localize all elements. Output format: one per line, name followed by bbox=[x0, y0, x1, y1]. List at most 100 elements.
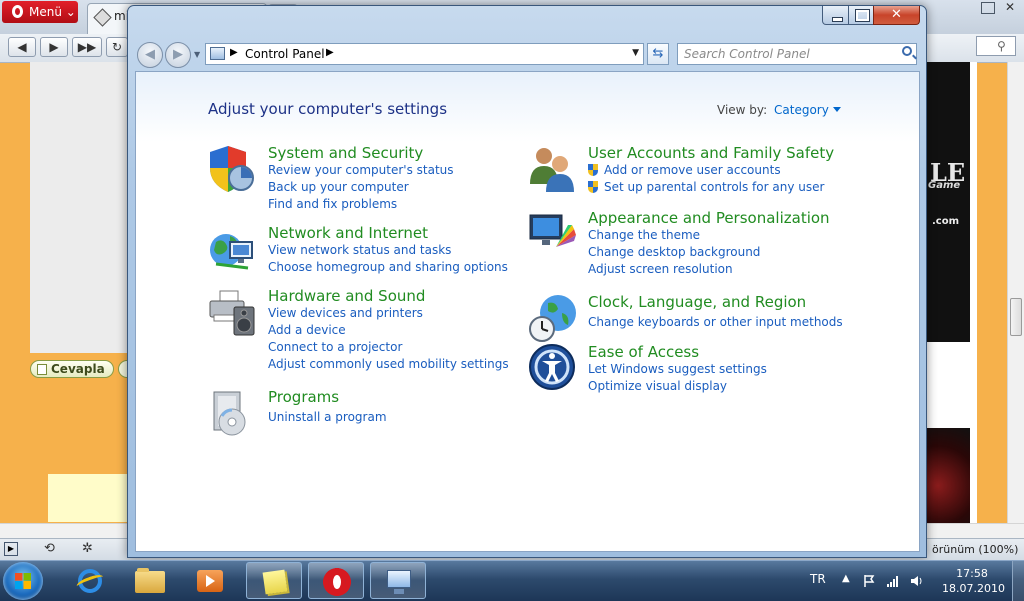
printer-speaker-icon bbox=[209, 290, 255, 336]
sticky-notes-icon bbox=[262, 569, 288, 595]
view-by-dropdown[interactable]: Category bbox=[774, 103, 841, 117]
link-network-status[interactable]: View network status and tasks bbox=[268, 243, 451, 257]
chevron-down-icon bbox=[832, 107, 841, 112]
category-system-and-security: System and Security Review your computer… bbox=[208, 144, 508, 214]
taskbar-sticky-notes[interactable] bbox=[246, 562, 302, 599]
back-button[interactable]: ◀ bbox=[8, 37, 36, 57]
back-arrow-icon[interactable]: ◀ bbox=[137, 42, 163, 68]
address-bar[interactable]: ▶ Control Panel ▶ ▼ bbox=[205, 43, 644, 65]
reload-button[interactable]: ↻ bbox=[106, 37, 128, 57]
refresh-button[interactable]: ⇆ bbox=[647, 43, 669, 65]
category-title[interactable]: Clock, Language, and Region bbox=[588, 293, 806, 311]
breadcrumb-chevron-icon[interactable]: ▶ bbox=[230, 47, 238, 58]
search-input[interactable]: Search Control Panel bbox=[677, 43, 917, 65]
link-add-device[interactable]: Add a device bbox=[268, 323, 346, 337]
unite-icon[interactable]: ✲ bbox=[82, 541, 93, 556]
close-button[interactable] bbox=[873, 6, 920, 25]
category-title[interactable]: Programs bbox=[268, 388, 339, 406]
link-devices-printers[interactable]: View devices and printers bbox=[268, 306, 423, 320]
breadcrumb-chevron-icon[interactable]: ▶ bbox=[326, 47, 334, 58]
link-mobility-settings[interactable]: Adjust commonly used mobility settings bbox=[268, 357, 509, 371]
taskbar-media-player[interactable] bbox=[182, 562, 238, 599]
link-add-remove-users[interactable]: Add or remove user accounts bbox=[588, 163, 781, 177]
maximize-button[interactable] bbox=[848, 6, 874, 25]
clock-globe-icon bbox=[529, 295, 576, 342]
category-programs: Programs Uninstall a program bbox=[208, 388, 508, 440]
link-windows-suggest[interactable]: Let Windows suggest settings bbox=[588, 362, 767, 376]
vertical-scrollbar[interactable] bbox=[1007, 62, 1024, 524]
internet-explorer-icon bbox=[78, 569, 102, 593]
recent-pages-dropdown-icon[interactable]: ▼ bbox=[194, 50, 202, 60]
link-screen-resolution[interactable]: Adjust screen resolution bbox=[588, 262, 733, 276]
category-title[interactable]: Network and Internet bbox=[268, 224, 428, 242]
category-network-and-internet: Network and Internet View network status… bbox=[208, 224, 508, 276]
link-optimize-display[interactable]: Optimize visual display bbox=[588, 379, 727, 393]
taskbar-internet-explorer[interactable] bbox=[62, 562, 118, 599]
category-title[interactable]: Hardware and Sound bbox=[268, 287, 425, 305]
page-title: Adjust your computer's settings bbox=[208, 100, 448, 118]
opera-logo-icon bbox=[12, 5, 23, 18]
link-change-theme[interactable]: Change the theme bbox=[588, 228, 700, 242]
browser-window-controls: ✕ bbox=[929, 0, 1024, 17]
close-icon[interactable]: ✕ bbox=[1005, 1, 1019, 14]
zoom-status[interactable]: örünüm (100%) bbox=[932, 543, 1018, 556]
minimize-button[interactable] bbox=[822, 6, 849, 25]
link-parental-controls[interactable]: Set up parental controls for any user bbox=[588, 180, 824, 194]
category-title[interactable]: Appearance and Personalization bbox=[588, 209, 830, 227]
clock-time: 17:58 bbox=[956, 567, 988, 580]
browser-search-field[interactable]: ⚲ bbox=[976, 36, 1016, 56]
taskbar-windows-explorer[interactable] bbox=[122, 562, 178, 599]
folder-icon bbox=[135, 568, 165, 593]
search-icon[interactable] bbox=[902, 46, 912, 56]
media-player-icon bbox=[197, 570, 223, 592]
taskbar-opera[interactable] bbox=[308, 562, 364, 599]
fast-forward-button[interactable]: ▶▶ bbox=[72, 37, 102, 57]
category-title[interactable]: Ease of Access bbox=[588, 343, 699, 361]
category-clock-language-region: Clock, Language, and Region Change keybo… bbox=[528, 293, 848, 345]
link-connect-projector[interactable]: Connect to a projector bbox=[268, 340, 402, 354]
restore-icon[interactable] bbox=[981, 2, 995, 14]
sync-icon[interactable]: ⟲ bbox=[44, 541, 55, 556]
start-button[interactable] bbox=[3, 562, 43, 600]
link-desktop-background[interactable]: Change desktop background bbox=[588, 245, 760, 259]
clock-date: 18.07.2010 bbox=[942, 582, 1005, 595]
link-uninstall-program[interactable]: Uninstall a program bbox=[268, 410, 387, 424]
ad-banner-top[interactable]: LE Game .com bbox=[924, 62, 970, 342]
window-controls bbox=[822, 6, 920, 26]
view-by-label: View by: bbox=[717, 103, 768, 117]
search-icon: ⚲ bbox=[997, 39, 1006, 53]
breadcrumb[interactable]: Control Panel bbox=[245, 47, 325, 61]
windows-logo-icon bbox=[15, 581, 31, 589]
ease-of-access-icon bbox=[529, 344, 575, 390]
control-panel-icon bbox=[210, 47, 225, 60]
address-dropdown-icon[interactable]: ▼ bbox=[632, 48, 639, 58]
category-ease-of-access: Ease of Access Let Windows suggest setti… bbox=[528, 343, 848, 395]
network-signal-icon[interactable] bbox=[886, 573, 900, 587]
opera-icon bbox=[323, 568, 351, 596]
panel-toggle-icon[interactable]: ▶ bbox=[4, 542, 18, 556]
scrollbar-thumb[interactable] bbox=[1010, 298, 1022, 336]
language-indicator[interactable]: TR bbox=[810, 572, 826, 586]
clock[interactable]: 17:58 18.07.2010 bbox=[942, 566, 1005, 596]
programs-disc-icon bbox=[213, 391, 246, 436]
view-by-value: Category bbox=[774, 103, 829, 117]
link-review-status[interactable]: Review your computer's status bbox=[268, 163, 454, 177]
show-hidden-icons[interactable]: ▲ bbox=[842, 573, 850, 584]
volume-icon[interactable] bbox=[910, 573, 924, 587]
taskbar-control-panel[interactable] bbox=[370, 562, 426, 599]
link-homegroup-sharing[interactable]: Choose homegroup and sharing options bbox=[268, 260, 508, 274]
category-title[interactable]: User Accounts and Family Safety bbox=[588, 144, 834, 162]
reply-button[interactable]: Cevapla bbox=[30, 360, 114, 378]
opera-menu-button[interactable]: Menü ⌄ bbox=[2, 1, 78, 23]
ad-banner-bottom[interactable] bbox=[924, 428, 970, 524]
forward-arrow-icon[interactable]: ▶ bbox=[165, 42, 191, 68]
forward-button[interactable]: ▶ bbox=[40, 37, 68, 57]
link-back-up[interactable]: Back up your computer bbox=[268, 180, 409, 194]
reply-button-label: Cevapla bbox=[51, 362, 105, 376]
users-icon bbox=[530, 148, 574, 192]
link-keyboards-input[interactable]: Change keyboards or other input methods bbox=[588, 315, 843, 329]
category-title[interactable]: System and Security bbox=[268, 144, 423, 162]
action-center-icon[interactable] bbox=[862, 573, 876, 587]
show-desktop-button[interactable] bbox=[1012, 561, 1024, 601]
link-find-fix-problems[interactable]: Find and fix problems bbox=[268, 197, 397, 211]
